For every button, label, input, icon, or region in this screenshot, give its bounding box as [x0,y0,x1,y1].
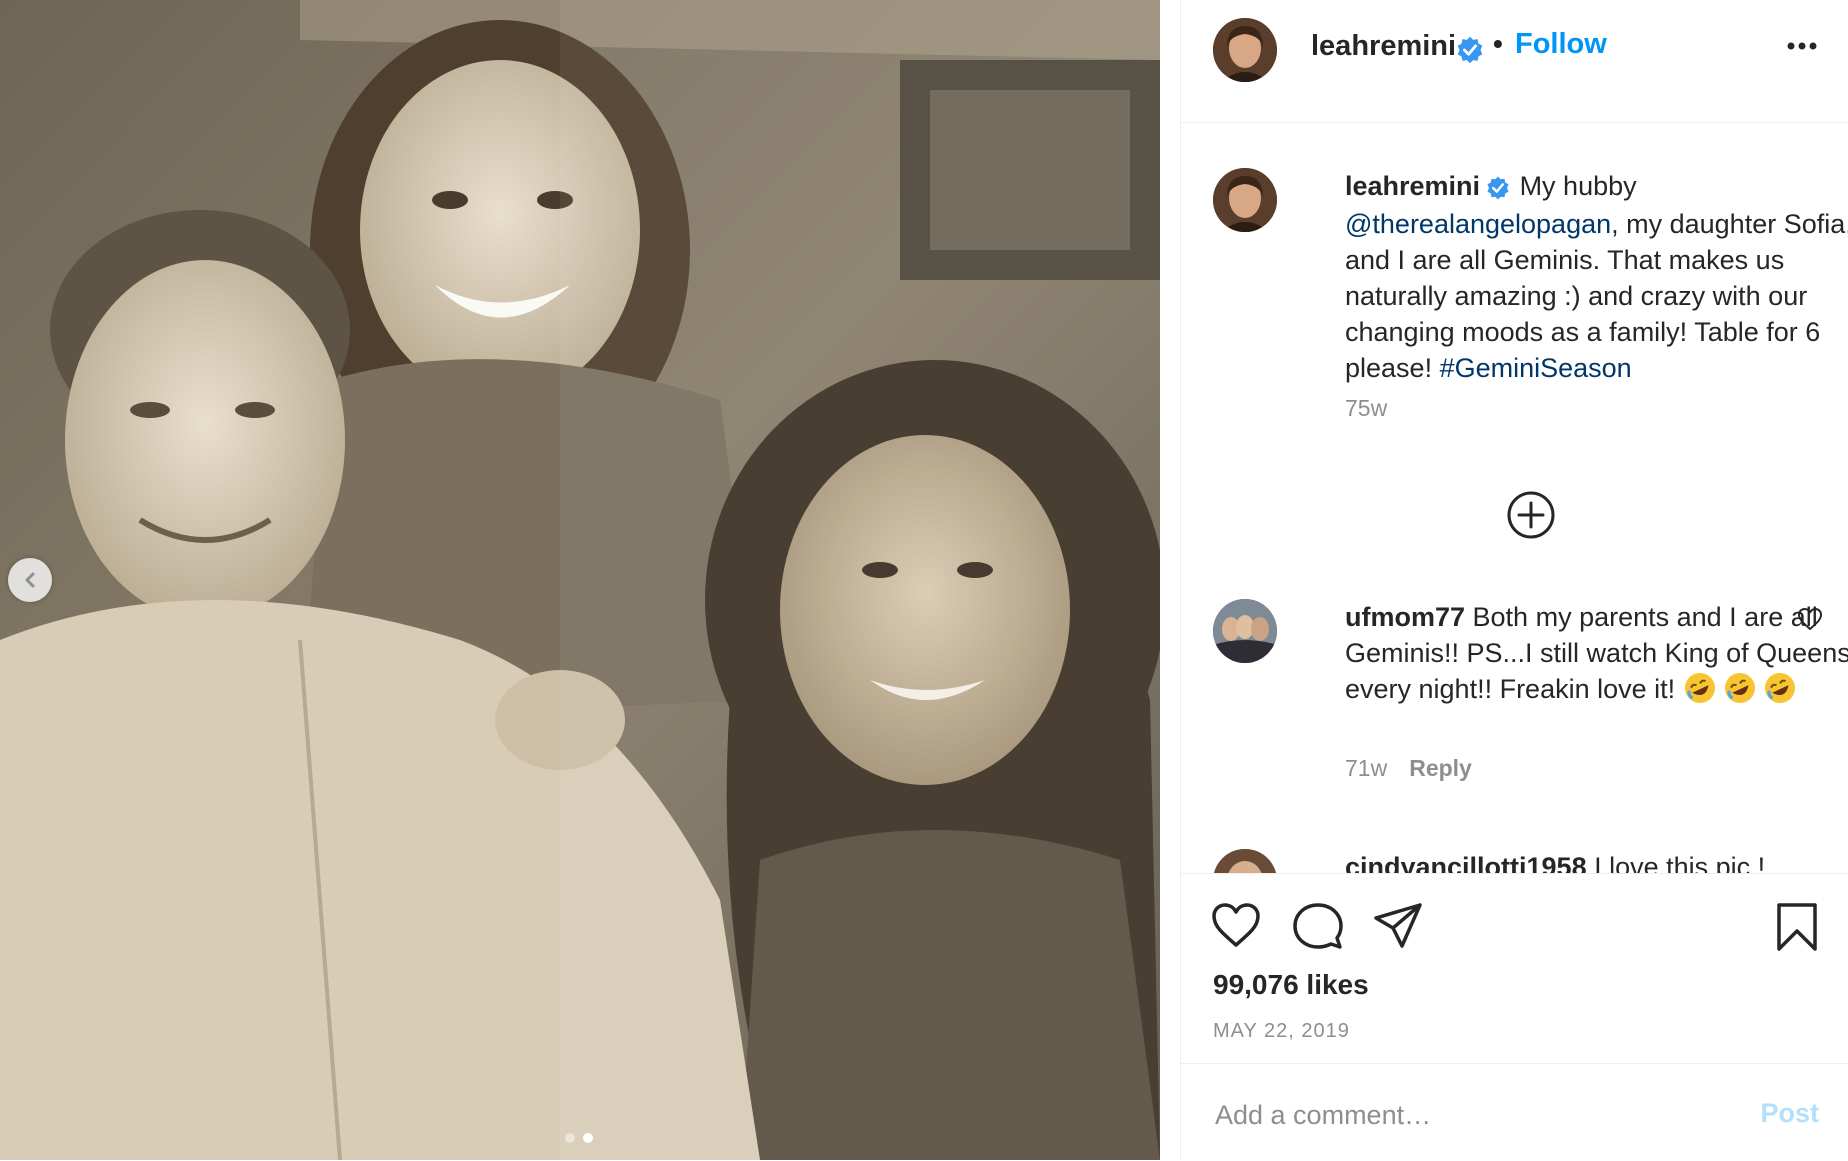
header-separator: • [1493,28,1503,59]
verified-badge-icon [1486,170,1510,206]
post-header: leahremini • Follow [1181,0,1848,123]
family-photo [0,0,1160,1160]
comment-meta: 71w Reply [1345,755,1472,782]
more-horizontal-icon[interactable] [1787,38,1817,56]
plus-circle-icon [1507,491,1555,543]
heart-icon[interactable] [1211,902,1261,953]
verified-badge-icon [1456,36,1484,69]
share-icon[interactable] [1373,902,1423,955]
caption-username[interactable]: leahremini [1345,171,1480,201]
comment-text: ufmom77 Both my parents and I are all Ge… [1345,599,1848,707]
commenter-avatar[interactable] [1213,849,1277,873]
author-username[interactable]: leahremini [1311,30,1456,63]
likes-count[interactable]: 99,076 likes [1213,969,1369,1001]
carousel-indicator [565,1133,593,1143]
carousel-dot [565,1133,575,1143]
commenter-username[interactable]: ufmom77 [1345,602,1465,632]
reply-button[interactable]: Reply [1409,755,1472,781]
like-comment-heart-icon[interactable] [1797,607,1823,636]
rolling-on-floor-laughing-emoji-icon [1683,671,1717,705]
instagram-post: leahremini • Follow leahremini My hubby … [0,0,1848,1160]
caption-hashtag-link[interactable]: #GeminiSeason [1440,353,1632,383]
commenter-avatar[interactable] [1213,599,1277,663]
comment-input[interactable] [1213,1094,1737,1136]
add-comment-bar: Post [1181,1063,1848,1161]
caption-time[interactable]: 75w [1345,395,1387,422]
follow-button[interactable]: Follow [1515,28,1607,61]
post-date[interactable]: MAY 22, 2019 [1213,1020,1350,1043]
rolling-on-floor-laughing-emoji-icon [1763,671,1797,705]
comment-time[interactable]: 71w [1345,755,1387,781]
commenter-username[interactable]: cindyancillotti1958 [1345,852,1587,873]
caption-body-start: My hubby [1512,171,1637,201]
post-sidebar: leahremini • Follow leahremini My hubby … [1180,0,1848,1160]
comment-body: I love this pic ! [1586,852,1766,873]
post-comment-button[interactable]: Post [1760,1098,1819,1129]
carousel-dot-active [583,1133,593,1143]
caption-avatar[interactable] [1213,168,1277,232]
caption-text: leahremini My hubby @therealangelopagan,… [1345,168,1848,386]
load-more-comments-button[interactable] [1507,491,1555,544]
author-avatar[interactable] [1213,18,1277,82]
rolling-on-floor-laughing-emoji-icon [1723,671,1757,705]
comment-text: cindyancillotti1958 I love this pic ! [1345,849,1848,873]
bookmark-icon[interactable] [1775,902,1819,957]
post-actions: 99,076 likes MAY 22, 2019 [1181,873,1848,1064]
post-photo[interactable] [0,0,1160,1160]
caption-mention-link[interactable]: @therealangelopagan [1345,209,1611,239]
chevron-left-icon [21,571,39,589]
comments-list[interactable]: leahremini My hubby @therealangelopagan,… [1181,123,1848,873]
comment-icon[interactable] [1293,902,1343,955]
previous-photo-button[interactable] [8,558,52,602]
